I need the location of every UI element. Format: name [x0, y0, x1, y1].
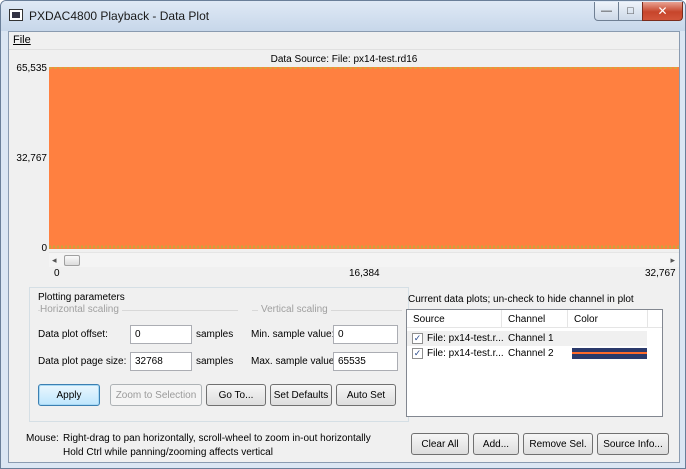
- clear-all-button[interactable]: Clear All: [411, 433, 469, 455]
- list-header: Source Channel Color: [407, 310, 662, 328]
- plot-source-title: Data Source: File: px14-test.rd16: [270, 54, 418, 65]
- horizontal-scrollbar[interactable]: ◂ ▸: [49, 252, 679, 267]
- set-defaults-button[interactable]: Set Defaults: [270, 384, 332, 406]
- row-channel: Channel 2: [508, 348, 554, 359]
- channel-2-color-swatch[interactable]: [572, 348, 647, 359]
- y-tick-min: 0: [41, 243, 47, 254]
- remove-selected-button[interactable]: Remove Sel.: [523, 433, 593, 455]
- menu-bar: File: [9, 32, 679, 50]
- page-size-input[interactable]: [130, 352, 192, 371]
- y-tick-max: 65,535: [16, 63, 47, 74]
- mouse-label: Mouse:: [26, 433, 59, 444]
- y-tick-mid: 32,767: [16, 153, 47, 164]
- menu-file-label: File: [13, 34, 31, 46]
- horizontal-scaling-heading: Horizontal scaling: [40, 304, 122, 315]
- scroll-thumb[interactable]: [64, 255, 80, 266]
- vertical-scaling-heading: Vertical scaling: [258, 304, 331, 315]
- list-item[interactable]: ✓ File: px14-test.r... Channel 1: [407, 331, 647, 346]
- mouse-help-line-2: Hold Ctrl while panning/zooming affects …: [63, 447, 273, 458]
- column-separator: [647, 310, 648, 328]
- column-source[interactable]: Source: [413, 314, 445, 325]
- zoom-to-selection-button[interactable]: Zoom to Selection: [110, 384, 202, 406]
- title-bar[interactable]: PXDAC4800 Playback - Data Plot — □ ✕: [1, 1, 685, 31]
- plotting-parameters-title: Plotting parameters: [38, 292, 125, 303]
- maximize-button[interactable]: □: [618, 2, 643, 21]
- auto-set-button[interactable]: Auto Set: [336, 384, 396, 406]
- scroll-right-icon[interactable]: ▸: [670, 255, 675, 266]
- row-source: File: px14-test.r...: [427, 333, 504, 344]
- column-separator: [567, 310, 568, 328]
- close-button[interactable]: ✕: [642, 2, 683, 21]
- source-info-button[interactable]: Source Info...: [597, 433, 669, 455]
- offset-label: Data plot offset:: [38, 329, 108, 340]
- x-tick-end: 32,767: [645, 268, 676, 279]
- max-sample-input[interactable]: [333, 352, 398, 371]
- plot-panel: Data Source: File: px14-test.rd16 65,535…: [9, 51, 679, 311]
- apply-button[interactable]: Apply: [38, 384, 100, 406]
- column-channel[interactable]: Channel: [508, 314, 545, 325]
- list-item[interactable]: ✓ File: px14-test.r... Channel 2: [407, 346, 647, 361]
- app-window: PXDAC4800 Playback - Data Plot — □ ✕ Fil…: [0, 0, 686, 469]
- scroll-left-icon[interactable]: ◂: [52, 255, 57, 266]
- add-button[interactable]: Add...: [473, 433, 519, 455]
- page-size-units: samples: [196, 356, 234, 367]
- min-sample-input[interactable]: [333, 325, 398, 344]
- plotting-parameters-group: Plotting parameters Horizontal scaling V…: [29, 287, 409, 422]
- channel-1-checkbox[interactable]: ✓: [412, 333, 423, 344]
- app-icon: [9, 9, 23, 21]
- signal-fill: [49, 67, 679, 249]
- plot-canvas[interactable]: [49, 67, 679, 249]
- page-size-label: Data plot page size:: [38, 356, 127, 367]
- go-to-button[interactable]: Go To...: [206, 384, 266, 406]
- client-area: File Data Source: File: px14-test.rd16 6…: [8, 31, 680, 463]
- column-color[interactable]: Color: [574, 314, 598, 325]
- current-plots-title: Current data plots; un-check to hide cha…: [408, 294, 634, 305]
- window-title: PXDAC4800 Playback - Data Plot: [29, 9, 210, 23]
- swatch-stripe: [572, 352, 647, 354]
- offset-input[interactable]: [130, 325, 192, 344]
- horizontal-scaling-label: Horizontal scaling: [40, 304, 119, 315]
- vertical-scaling-label: Vertical scaling: [261, 304, 328, 315]
- mouse-help-line-1: Right-drag to pan horizontally, scroll-w…: [63, 433, 371, 444]
- row-source: File: px14-test.r...: [427, 348, 504, 359]
- max-sample-label: Max. sample value:: [251, 356, 338, 367]
- x-tick-start: 0: [54, 268, 60, 279]
- x-tick-mid: 16,384: [349, 268, 380, 279]
- current-plots-list[interactable]: Source Channel Color ✓ File: px14-test.r…: [406, 309, 663, 417]
- channel-2-checkbox[interactable]: ✓: [412, 348, 423, 359]
- plot-svg: [49, 67, 679, 249]
- minimize-button[interactable]: —: [594, 2, 619, 21]
- menu-file[interactable]: File: [13, 34, 31, 46]
- offset-units: samples: [196, 329, 234, 340]
- min-sample-label: Min. sample value:: [251, 329, 335, 340]
- column-separator: [501, 310, 502, 328]
- row-channel: Channel 1: [508, 333, 554, 344]
